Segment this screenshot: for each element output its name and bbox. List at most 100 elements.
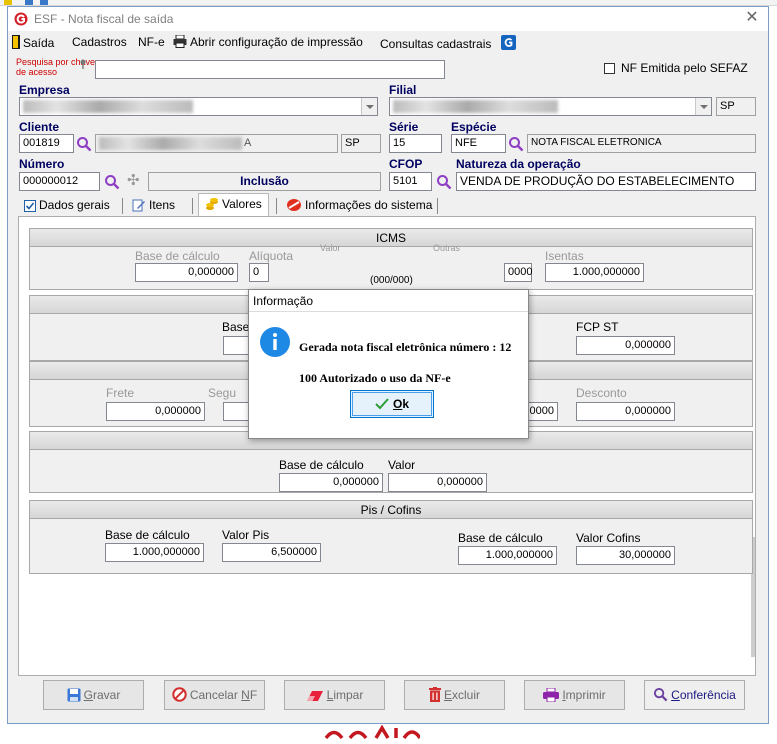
strip-icon xyxy=(4,0,12,5)
printer-icon xyxy=(543,688,560,702)
seguro-input[interactable] xyxy=(223,402,251,421)
information-dialog: Informação Gerada nota fiscal eletrônica… xyxy=(248,289,529,439)
icms-valor-label: Valor xyxy=(320,243,341,253)
search-icon[interactable] xyxy=(508,136,524,152)
cancel-icon xyxy=(172,687,187,702)
st-base-input[interactable] xyxy=(223,336,251,355)
sefaz-checkbox-label: NF Emitida pelo SEFAZ xyxy=(621,61,748,75)
ipi-base-input[interactable]: 0,000000 xyxy=(279,473,383,492)
fcp-st-input[interactable]: 0,000000 xyxy=(576,336,675,355)
cancelar-nf-button[interactable]: Cancelar NF xyxy=(164,680,265,710)
checkbox-icon xyxy=(24,200,36,212)
cofins-valor-input[interactable]: 30,000000 xyxy=(576,546,675,565)
filial-combo[interactable] xyxy=(389,97,712,116)
icms-isentas-input[interactable]: 1.000,000000 xyxy=(545,263,644,282)
especie-input[interactable]: NFE xyxy=(451,134,506,153)
menu-consultas-cadastrais[interactable]: Consultas cadastrais xyxy=(380,35,519,51)
icms-outras-input[interactable]: 0000 xyxy=(504,263,532,282)
st-base-label: Base xyxy=(222,320,250,334)
search-icon xyxy=(654,687,668,702)
coins-icon xyxy=(206,198,218,210)
menu-bar: Saída Cadastros NF-e Abrir configuração … xyxy=(8,32,768,54)
desconto-input[interactable]: 0,000000 xyxy=(576,402,675,421)
cfop-label: CFOP xyxy=(389,157,423,171)
natureza-input[interactable]: VENDA DE PRODUÇÃO DO ESTABELECIMENTO xyxy=(456,172,756,191)
brand-logo xyxy=(324,720,422,744)
search-icon[interactable] xyxy=(76,136,92,152)
cofins-valor-label: Valor Cofins xyxy=(576,531,641,545)
add-icon[interactable]: ✣ xyxy=(127,171,140,189)
door-exit-icon xyxy=(12,35,20,49)
limpar-button[interactable]: Limpar xyxy=(284,680,385,710)
tab-informacoes-sistema[interactable]: Informações do sistema xyxy=(280,195,439,217)
cfop-input[interactable]: 5101 xyxy=(389,172,432,191)
especie-desc-field: NOTA FISCAL ELETRONICA xyxy=(527,134,756,153)
app-badge-icon xyxy=(500,35,516,50)
dialog-message: Gerada nota fiscal eletrônica número : 1… xyxy=(299,340,512,354)
ipi-group: Base de cálculo 0,000000 Valor 0,000000 xyxy=(29,431,753,493)
imprimir-button[interactable]: Imprimir xyxy=(524,680,625,710)
brand-logo-icon xyxy=(324,724,422,740)
icms-aliquota-label: Alíquota xyxy=(249,249,294,263)
info-icon xyxy=(260,327,290,357)
icms-isentas-label: Isentas xyxy=(545,249,584,263)
menu-nfe[interactable]: NF-e xyxy=(138,35,165,49)
dialog-title: Informação xyxy=(249,290,528,312)
access-key-input[interactable] xyxy=(95,60,445,79)
status-field: Inclusão xyxy=(148,172,381,191)
pis-cofins-group-title: Pis / Cofins xyxy=(30,501,752,519)
icms-base-input[interactable]: 0,000000 xyxy=(135,263,238,282)
fcp-st-label: FCP ST xyxy=(576,320,619,334)
pis-base-label: Base de cálculo xyxy=(105,528,190,542)
search-icon[interactable] xyxy=(104,174,120,190)
conferencia-button[interactable]: Conferência xyxy=(644,680,745,710)
excluir-button[interactable]: Excluir xyxy=(404,680,505,710)
checkmark-icon xyxy=(375,398,389,410)
pis-cofins-group: Pis / Cofins Base de cálculo 1.000,00000… xyxy=(29,500,753,574)
serie-input[interactable]: 15 xyxy=(389,134,442,153)
ipi-valor-label: Valor xyxy=(388,458,416,472)
tab-itens[interactable]: Itens xyxy=(126,195,182,217)
icms-group: ICMS Base de cálculo 0,000000 Alíquota 0… xyxy=(29,228,753,290)
cliente-code-input[interactable]: 001819 xyxy=(19,134,74,153)
ipi-base-label: Base de cálculo xyxy=(279,458,364,472)
menu-cadastros[interactable]: Cadastros xyxy=(72,35,127,49)
ok-button[interactable]: Ok xyxy=(350,390,434,418)
tab-divider xyxy=(122,198,123,214)
eraser-icon xyxy=(306,691,323,701)
dialog-status: 100 Autorizado o uso da NF-e xyxy=(299,371,451,385)
valores-panel: ICMS Base de cálculo 0,000000 Alíquota 0… xyxy=(18,216,756,676)
menu-saida[interactable]: Saída xyxy=(12,35,54,50)
close-button[interactable]: ✕ xyxy=(744,10,760,26)
cofins-base-label: Base de cálculo xyxy=(458,531,543,545)
numero-input[interactable]: 000000012 xyxy=(19,172,100,191)
natureza-label: Natureza da operação xyxy=(456,157,581,171)
ipi-valor-input[interactable]: 0,000000 xyxy=(388,473,487,492)
save-icon xyxy=(67,688,81,702)
chevron-down-icon[interactable] xyxy=(695,98,711,115)
strip-icon xyxy=(40,0,48,5)
icms-aliquota-input[interactable]: 0 xyxy=(249,263,269,282)
desconto-label: Desconto xyxy=(576,386,627,400)
pis-valor-input[interactable]: 6,500000 xyxy=(222,543,321,562)
gravar-button[interactable]: Gravar xyxy=(43,680,144,710)
printer-icon xyxy=(173,35,187,48)
tab-dados-gerais[interactable]: Dados gerais xyxy=(18,195,116,217)
menu-abrir-config-impressao[interactable]: Abrir configuração de impressão xyxy=(173,35,363,49)
frete-input[interactable]: 0,000000 xyxy=(106,402,205,421)
numero-label: Número xyxy=(19,157,65,171)
cliente-name-suffix: A xyxy=(244,137,252,149)
especie-label: Espécie xyxy=(451,120,497,134)
pis-base-input[interactable]: 1.000,000000 xyxy=(105,543,204,562)
pin-icon xyxy=(80,59,86,69)
sefaz-checkbox[interactable] xyxy=(604,63,615,74)
app-logo-icon xyxy=(14,12,28,26)
chevron-down-icon[interactable] xyxy=(361,98,377,115)
search-icon[interactable] xyxy=(436,174,452,190)
redacted-text xyxy=(393,100,558,113)
cofins-base-input[interactable]: 1.000,000000 xyxy=(458,546,557,565)
tab-valores[interactable]: Valores xyxy=(198,193,269,217)
cliente-name-field: A xyxy=(95,134,338,153)
empresa-combo[interactable] xyxy=(19,97,378,116)
filial-uf-field: SP xyxy=(716,97,756,116)
